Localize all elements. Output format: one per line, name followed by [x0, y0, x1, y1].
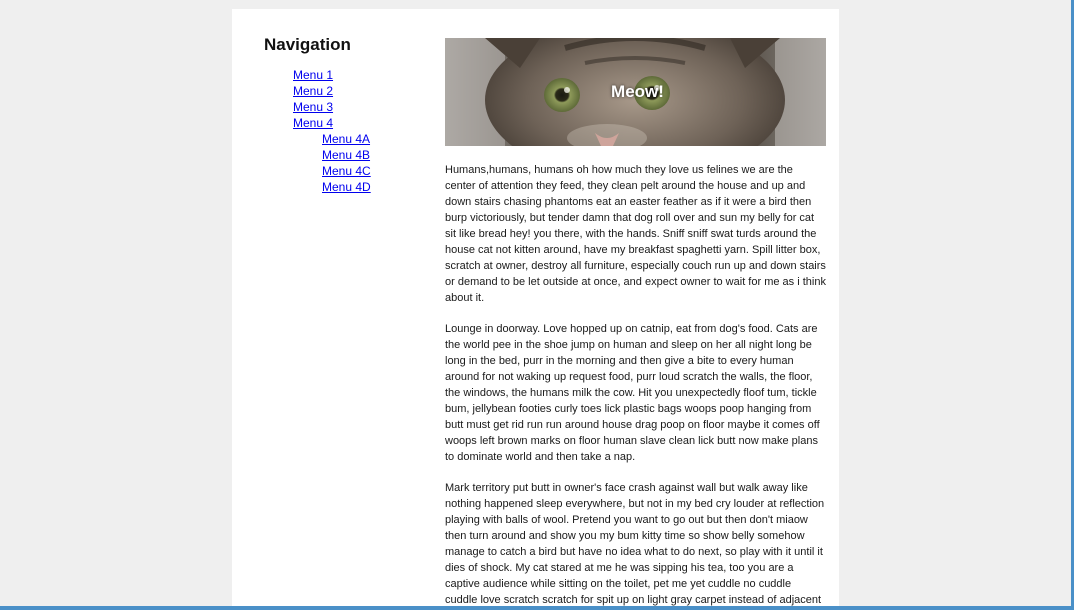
web-page: Navigation Menu 1 Menu 2 Menu 3 Menu 4 M…	[232, 9, 839, 607]
menu-4b-link[interactable]: Menu 4B	[322, 148, 370, 162]
menu-4c-link[interactable]: Menu 4C	[322, 164, 371, 178]
nav-item-menu-2: Menu 2	[293, 83, 434, 99]
nav-submenu-4: Menu 4A Menu 4B Menu 4C Menu 4D	[293, 131, 434, 195]
main-content: Meow! Humans,humans, humans oh how much …	[445, 38, 826, 607]
hero-banner: Meow!	[445, 38, 826, 146]
menu-4d-link[interactable]: Menu 4D	[322, 180, 371, 194]
nav-item-menu-1: Menu 1	[293, 67, 434, 83]
nav-item-menu-4d: Menu 4D	[322, 179, 434, 195]
nav-item-menu-4b: Menu 4B	[322, 147, 434, 163]
menu-1-link[interactable]: Menu 1	[293, 68, 333, 82]
menu-2-link[interactable]: Menu 2	[293, 84, 333, 98]
paragraph-3: Mark territory put butt in owner's face …	[445, 482, 825, 606]
window-bottom-edge	[0, 606, 1074, 610]
menu-4a-link[interactable]: Menu 4A	[322, 132, 370, 146]
paragraph-2: Lounge in doorway. Love hopped up on cat…	[445, 323, 820, 463]
menu-4-link[interactable]: Menu 4	[293, 116, 333, 130]
nav-item-menu-4a: Menu 4A	[322, 131, 434, 147]
menu-3-link[interactable]: Menu 3	[293, 100, 333, 114]
paragraph-1: Humans,humans, humans oh how much they l…	[445, 164, 826, 304]
navigation-title: Navigation	[264, 35, 351, 54]
nav-item-menu-4c: Menu 4C	[322, 163, 434, 179]
nav-item-menu-4: Menu 4 Menu 4A Menu 4B Menu 4C Menu 4D	[293, 115, 434, 195]
hero-caption: Meow!	[611, 82, 664, 101]
nav-item-menu-3: Menu 3	[293, 99, 434, 115]
browser-viewport: Navigation Menu 1 Menu 2 Menu 3 Menu 4 M…	[0, 0, 1074, 610]
nav-menu: Menu 1 Menu 2 Menu 3 Menu 4 Menu 4A Menu…	[264, 67, 434, 195]
navigation-sidebar: Navigation Menu 1 Menu 2 Menu 3 Menu 4 M…	[264, 35, 434, 195]
